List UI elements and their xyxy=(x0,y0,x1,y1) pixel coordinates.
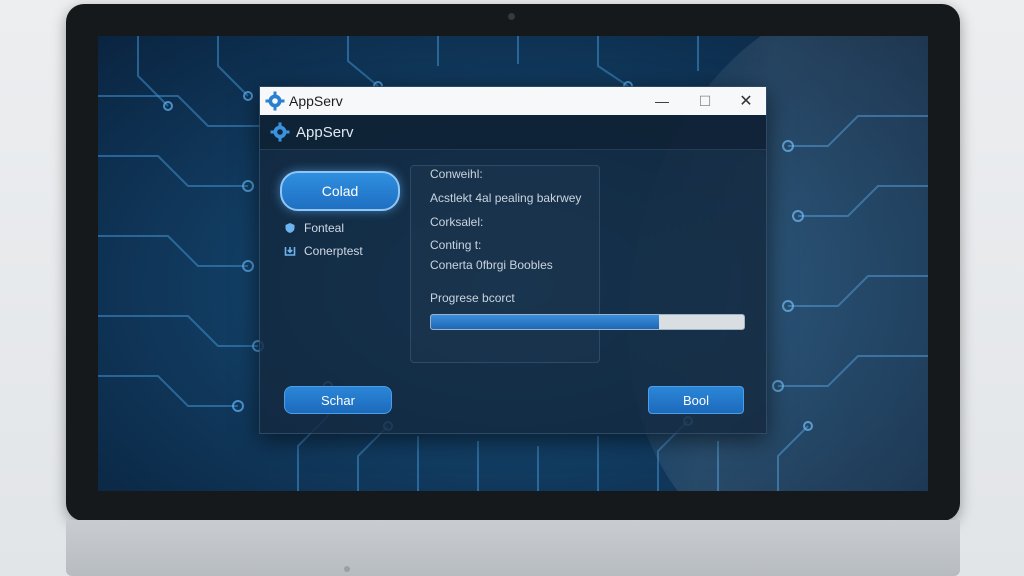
camera-dot xyxy=(508,13,515,20)
power-indicator xyxy=(344,566,350,572)
info-line: Corksalel: xyxy=(430,215,484,229)
window-title: AppServ xyxy=(289,93,343,109)
minimize-icon: — xyxy=(655,93,669,109)
close-button[interactable]: ✕ xyxy=(726,87,766,115)
gear-icon xyxy=(265,91,285,111)
minimize-button[interactable]: — xyxy=(642,87,682,115)
sidebar-item-conerptest[interactable]: Conerptest xyxy=(284,244,363,258)
progress-fill xyxy=(431,315,660,329)
schar-button[interactable]: Schar xyxy=(284,386,392,414)
close-icon: ✕ xyxy=(739,93,753,110)
maximize-icon: ☐ xyxy=(698,92,712,109)
info-line: Conerta 0fbrgi Boobles xyxy=(430,258,553,272)
sidebar-item-fonteal[interactable]: Fonteal xyxy=(284,221,344,235)
bool-button[interactable]: Bool xyxy=(648,386,744,414)
monitor-chin xyxy=(66,520,960,576)
app-header: AppServ xyxy=(260,115,766,150)
shield-icon xyxy=(285,223,295,233)
info-line: Conweihl: xyxy=(430,167,483,181)
sidebar-item-label: Fonteal xyxy=(304,221,345,235)
progress-bar xyxy=(430,314,745,330)
sidebar-item-label: Conerptest xyxy=(304,244,363,258)
maximize-button[interactable]: ☐ xyxy=(685,87,725,115)
info-line: Conting t: xyxy=(430,238,482,252)
app-title: AppServ xyxy=(296,123,354,141)
progress-label: Progrese bcorct xyxy=(430,291,515,305)
app-window: AppServ — ☐ ✕ AppServ Colad Fonteal Cone… xyxy=(259,86,767,434)
gear-icon xyxy=(270,122,290,142)
colad-button[interactable]: Colad xyxy=(280,171,400,211)
window-titlebar[interactable]: AppServ — ☐ ✕ xyxy=(260,87,766,115)
info-line: Acstlekt 4al pealing bakrwey xyxy=(430,191,582,205)
download-icon xyxy=(284,247,296,256)
